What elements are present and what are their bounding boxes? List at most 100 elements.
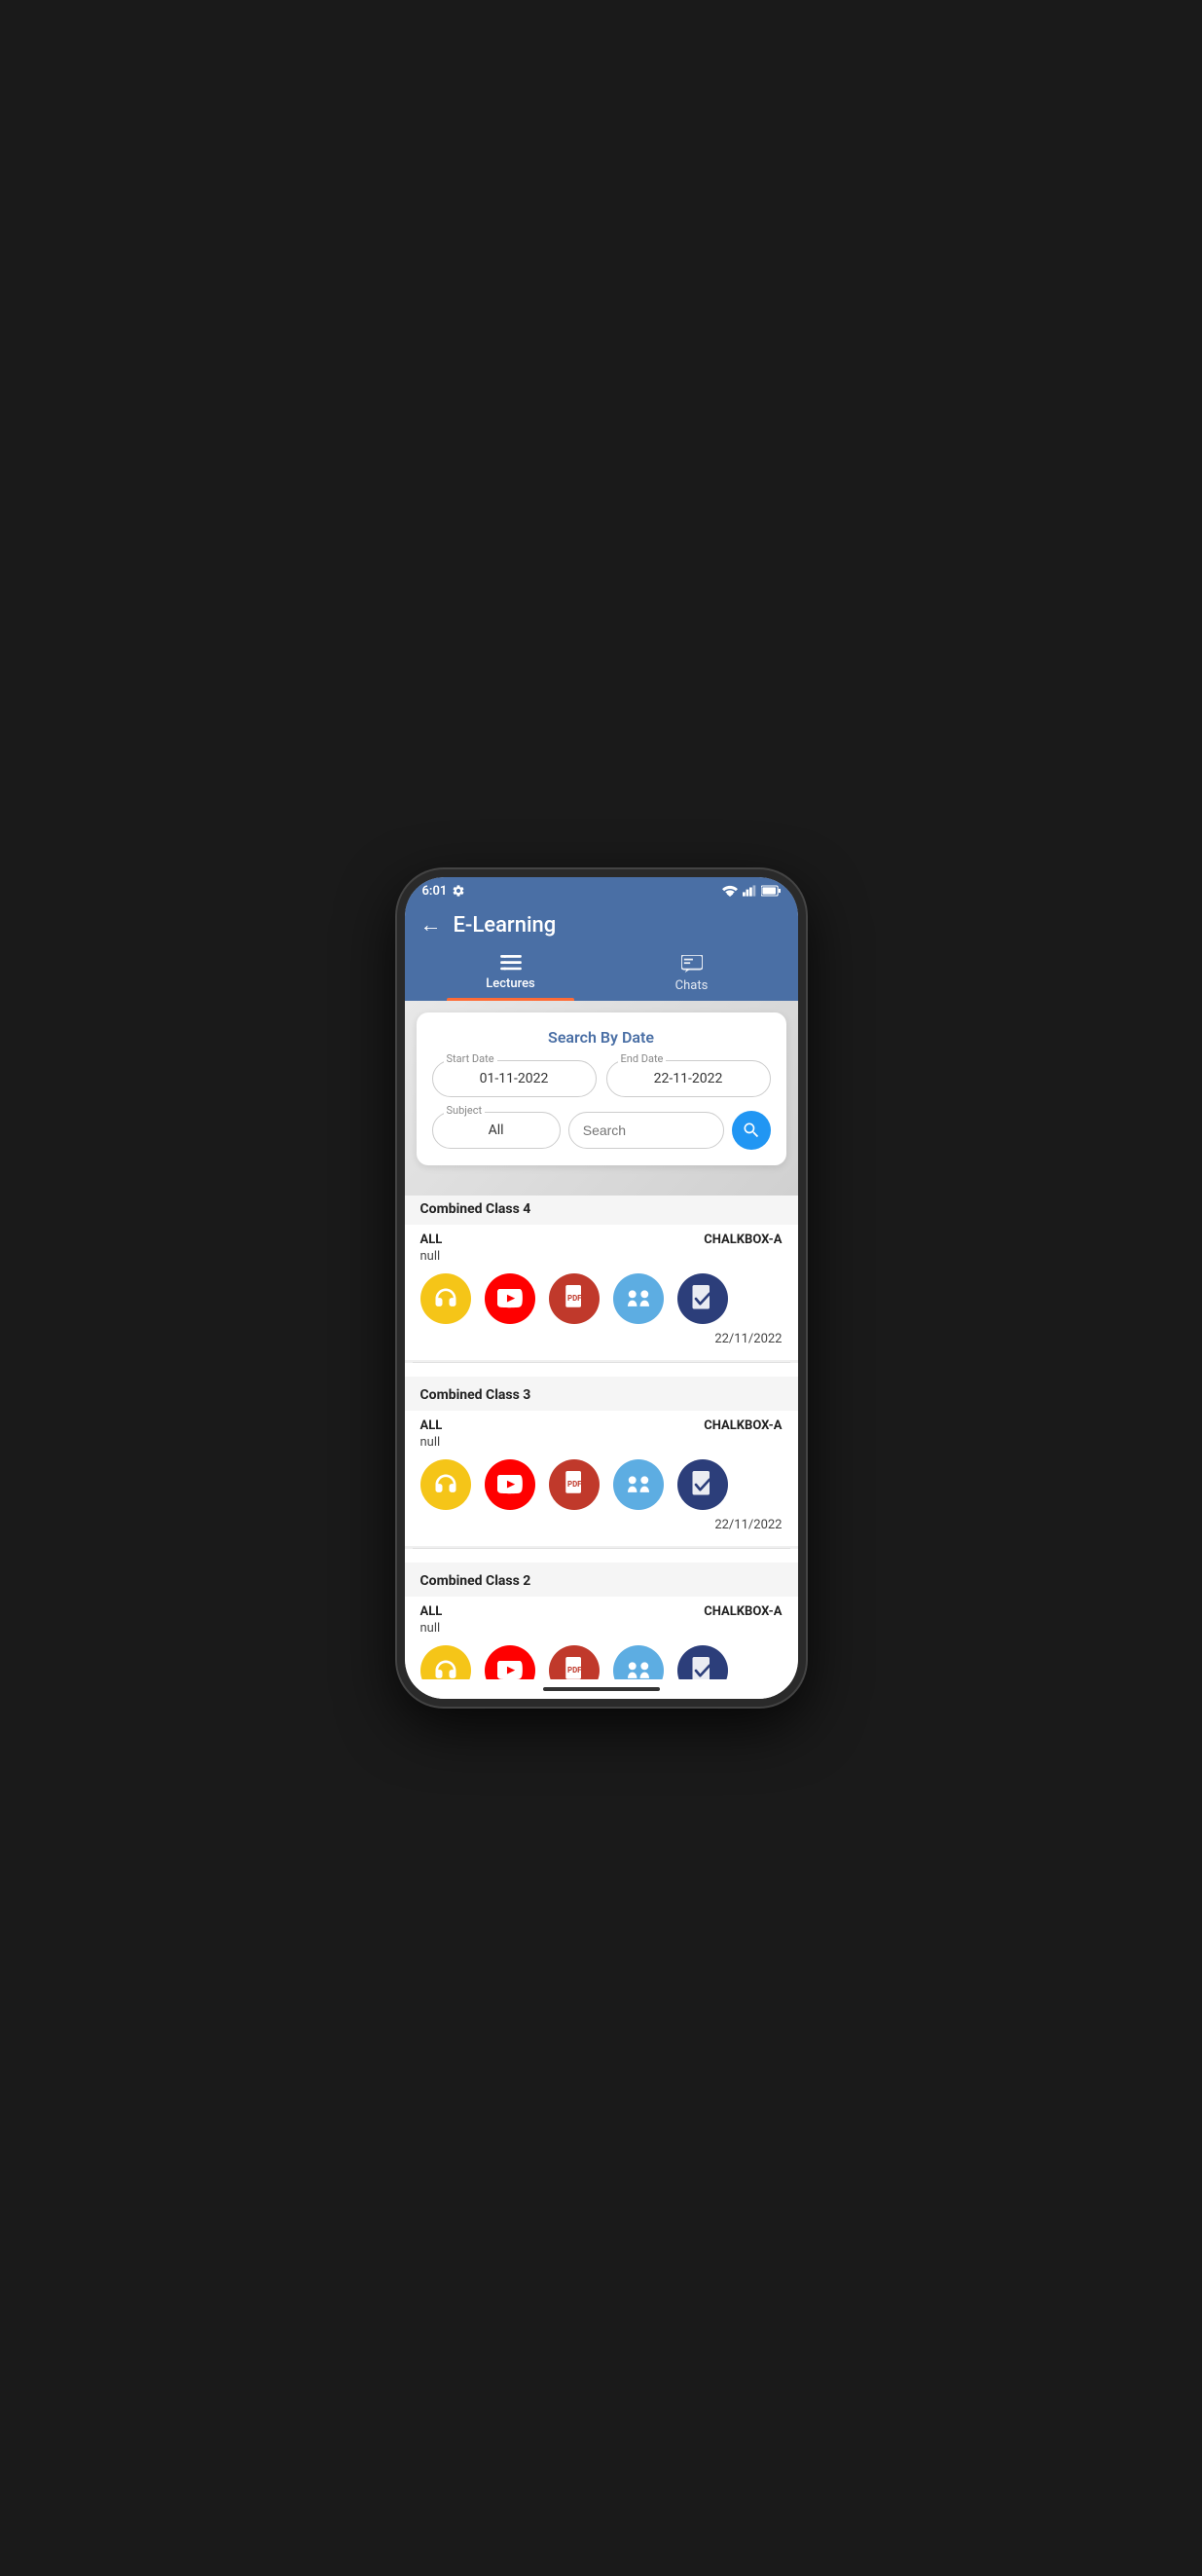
svg-text:PDF: PDF	[567, 1294, 582, 1303]
class-card-2: Combined Class 2 ALL CHALKBOX-A null	[405, 1549, 798, 1679]
class-meta-4: ALL CHALKBOX-A	[420, 1233, 783, 1247]
subject-input[interactable]: All	[432, 1112, 561, 1149]
battery-icon	[761, 885, 781, 897]
class-chalkbox-4: CHALKBOX-A	[704, 1233, 782, 1247]
group-icon-3[interactable]	[613, 1459, 664, 1510]
app-title: E-Learning	[454, 913, 557, 938]
content-area: BACK TO SCHOOL Search By Date Start Date…	[405, 1001, 798, 1679]
tabs-container: Lectures Chats	[420, 947, 783, 1001]
header-row: ← E-Learning	[420, 912, 783, 947]
class-date-3: 22/11/2022	[420, 1518, 783, 1532]
tab-lectures[interactable]: Lectures	[420, 947, 601, 1001]
pdf-svg-2: PDF	[562, 1657, 587, 1679]
end-date-label: End Date	[618, 1052, 667, 1065]
youtube-icon-3[interactable]	[485, 1459, 535, 1510]
pdf-svg-3: PDF	[562, 1471, 587, 1498]
class-all-2: ALL	[420, 1604, 443, 1619]
headphone-svg-3	[432, 1471, 459, 1498]
class-all-3: ALL	[420, 1418, 443, 1433]
class-null-2: null	[420, 1621, 783, 1636]
app-header: ← E-Learning	[405, 904, 798, 1001]
class-card-3: Combined Class 3 ALL CHALKBOX-A null	[405, 1363, 798, 1546]
gear-icon	[452, 884, 465, 898]
doc-svg-2	[690, 1657, 715, 1679]
headphone-svg	[432, 1285, 459, 1312]
status-icons	[722, 885, 781, 897]
group-svg-3	[624, 1474, 653, 1495]
wifi-icon	[722, 885, 738, 897]
phone-frame: 6:01	[397, 869, 806, 1707]
youtube-icon-2[interactable]	[485, 1645, 535, 1679]
bottom-bar	[405, 1679, 798, 1699]
class-null-3: null	[420, 1435, 783, 1450]
signal-icon	[743, 885, 756, 897]
search-icon	[742, 1121, 761, 1140]
class-name-3: Combined Class 3	[420, 1387, 531, 1403]
class-chalkbox-2: CHALKBOX-A	[704, 1604, 782, 1619]
headphone-icon-2[interactable]	[420, 1645, 471, 1679]
end-date-input[interactable]: 22-11-2022	[606, 1060, 771, 1097]
group-svg	[624, 1288, 653, 1309]
phone-screen: 6:01	[405, 877, 798, 1699]
class-header-2: Combined Class 2	[405, 1563, 798, 1597]
youtube-icon-4[interactable]	[485, 1273, 535, 1324]
youtube-svg-3	[497, 1475, 523, 1494]
doc-svg	[690, 1285, 715, 1312]
svg-text:PDF: PDF	[567, 1480, 582, 1489]
home-indicator[interactable]	[543, 1687, 660, 1691]
date-row: Start Date 01-11-2022 End Date 22-11-202…	[432, 1060, 771, 1097]
pdf-icon-3[interactable]: PDF	[549, 1459, 600, 1510]
subject-label: Subject	[444, 1104, 486, 1117]
search-by-date-title: Search By Date	[432, 1028, 771, 1047]
class-card-4: Combined Class 4 ALL CHALKBOX-A null	[405, 1177, 798, 1360]
subject-field: Subject All	[432, 1112, 561, 1149]
tab-lectures-label: Lectures	[486, 976, 534, 991]
search-text-input[interactable]	[568, 1112, 724, 1149]
status-time-group: 6:01	[422, 884, 466, 899]
status-bar: 6:01	[405, 877, 798, 904]
class-icons-4: PDF	[420, 1273, 783, 1324]
youtube-svg-2	[497, 1661, 523, 1679]
class-all-4: ALL	[420, 1233, 443, 1247]
back-button[interactable]: ←	[420, 912, 442, 938]
youtube-svg	[497, 1289, 523, 1308]
search-input-wrap	[568, 1112, 724, 1149]
class-header-4: Combined Class 4	[405, 1191, 798, 1225]
headphone-svg-2	[432, 1657, 459, 1679]
pdf-icon-2[interactable]: PDF	[549, 1645, 600, 1679]
pdf-icon-4[interactable]: PDF	[549, 1273, 600, 1324]
headphone-icon-4[interactable]	[420, 1273, 471, 1324]
class-meta-3: ALL CHALKBOX-A	[420, 1418, 783, 1433]
chats-icon	[681, 955, 703, 975]
tab-chats[interactable]: Chats	[601, 947, 783, 1001]
class-icons-3: PDF	[420, 1459, 783, 1510]
class-date-4: 22/11/2022	[420, 1332, 783, 1346]
start-date-label: Start Date	[444, 1052, 497, 1065]
group-svg-2	[624, 1660, 653, 1679]
search-button[interactable]	[732, 1111, 771, 1150]
doc-icon-3[interactable]	[677, 1459, 728, 1510]
class-name-2: Combined Class 2	[420, 1573, 531, 1589]
start-date-field: Start Date 01-11-2022	[432, 1060, 597, 1097]
doc-icon-4[interactable]	[677, 1273, 728, 1324]
subject-search-row: Subject All	[432, 1111, 771, 1150]
doc-icon-2[interactable]	[677, 1645, 728, 1679]
pdf-svg: PDF	[562, 1285, 587, 1312]
search-card: Search By Date Start Date 01-11-2022 End…	[417, 1012, 786, 1165]
group-icon-2[interactable]	[613, 1645, 664, 1679]
class-meta-2: ALL CHALKBOX-A	[420, 1604, 783, 1619]
svg-text:PDF: PDF	[567, 1666, 582, 1674]
class-icons-2: PDF	[420, 1645, 783, 1679]
status-time-text: 6:01	[422, 884, 448, 899]
start-date-input[interactable]: 01-11-2022	[432, 1060, 597, 1097]
class-chalkbox-3: CHALKBOX-A	[704, 1418, 782, 1433]
class-name-4: Combined Class 4	[420, 1201, 531, 1217]
lectures-icon	[500, 955, 522, 973]
class-header-3: Combined Class 3	[405, 1377, 798, 1411]
end-date-field: End Date 22-11-2022	[606, 1060, 771, 1097]
class-null-4: null	[420, 1249, 783, 1264]
doc-svg-3	[690, 1471, 715, 1498]
group-icon-4[interactable]	[613, 1273, 664, 1324]
headphone-icon-3[interactable]	[420, 1459, 471, 1510]
tab-chats-label: Chats	[675, 978, 709, 993]
